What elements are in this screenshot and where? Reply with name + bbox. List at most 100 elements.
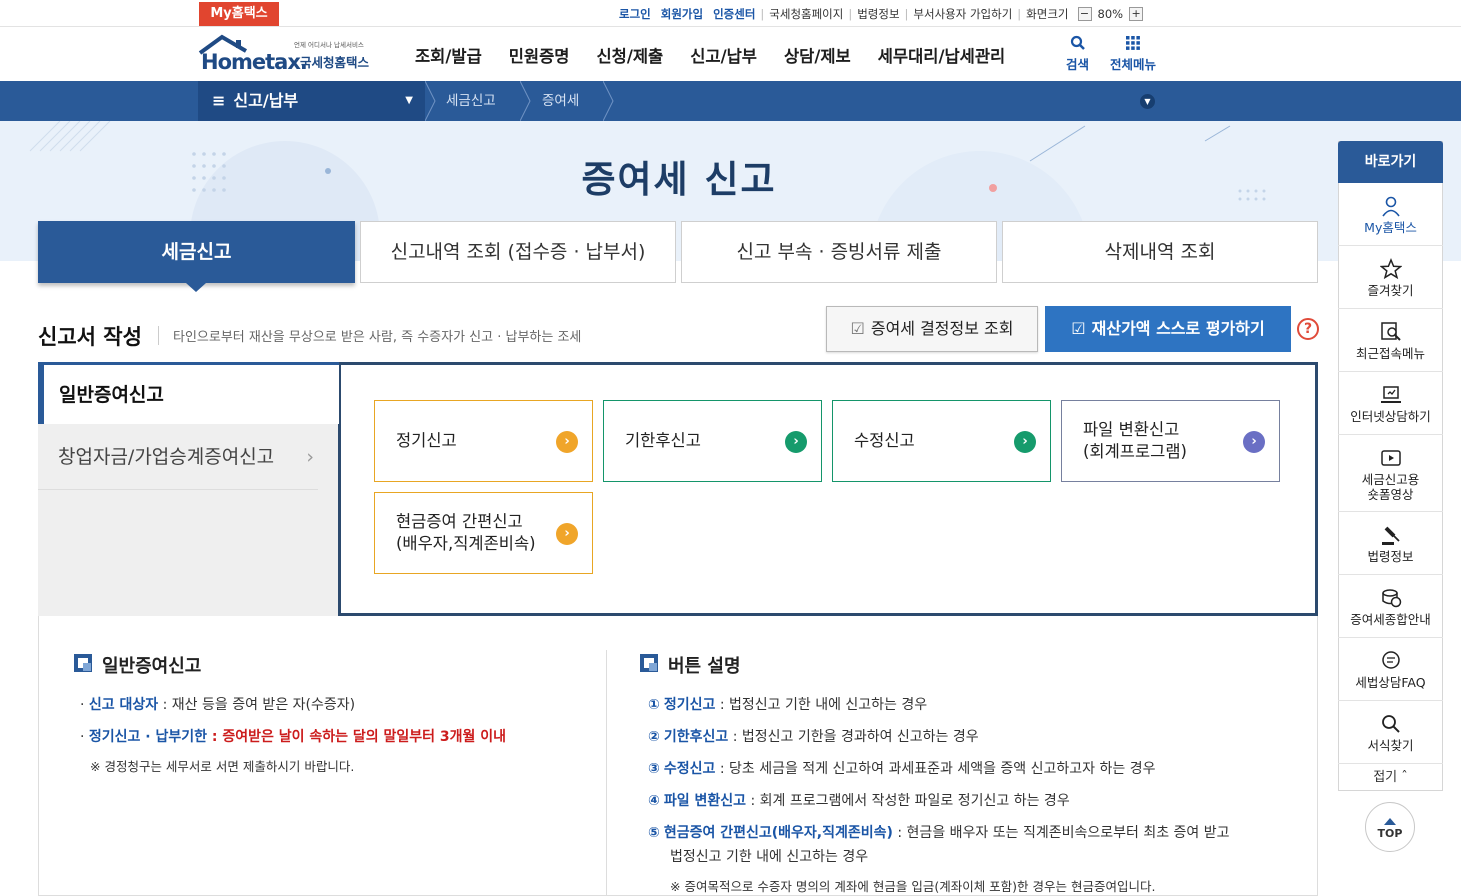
- eval-button-label: 재산가액 스스로 평가하기: [1091, 319, 1265, 338]
- gift-tax-decision-lookup-button[interactable]: ☑ 증여세 결정정보 조회: [826, 306, 1038, 352]
- section-description: 타인으로부터 재산을 무상으로 받은 사람, 즉 수증자가 신고 · 납부하는 …: [158, 326, 581, 345]
- quick-item-label: 최근접속메뉴: [1355, 346, 1425, 361]
- info-heading-general: 일반증여신고: [102, 656, 202, 677]
- breadcrumb-main-dropdown[interactable]: ≡ 신고/납부 ▼: [198, 81, 425, 121]
- lookup-button-label: 증여세 결정정보 조회: [870, 319, 1014, 338]
- breadcrumb-separator-icon: [603, 81, 614, 121]
- quick-item-faq[interactable]: 세법상담FAQ: [1338, 638, 1443, 701]
- tab-deleted-history[interactable]: 삭제내역 조회: [1002, 221, 1318, 283]
- quick-item-find-form[interactable]: 서식찾기: [1338, 701, 1443, 764]
- login-link[interactable]: 로그인: [614, 6, 656, 22]
- scroll-top-button[interactable]: TOP: [1365, 802, 1415, 852]
- nts-homepage-link[interactable]: 국세청홈페이지: [764, 6, 848, 22]
- quick-item-label: 숏폼영상: [1367, 487, 1414, 502]
- search-button[interactable]: 검색: [1066, 35, 1089, 73]
- option-amended-filing[interactable]: 수정신고 ›: [832, 400, 1051, 482]
- site-header: 언제 어디서나 납세서비스 Hometax. 국세청홈택스 조회/발급 민원증명…: [0, 27, 1461, 81]
- logo-sub-text: 국세청홈택스: [300, 55, 370, 70]
- nav-item[interactable]: 신청/제출: [596, 43, 663, 67]
- option-file-conversion[interactable]: 파일 변환신고 (회계프로그램) ›: [1061, 400, 1280, 482]
- top-label: TOP: [1377, 827, 1403, 840]
- video-play-icon: [1380, 450, 1401, 466]
- nav-item[interactable]: 조회/발급: [415, 43, 482, 67]
- side-menu-label: 창업자금/가업승계증여신고: [58, 446, 275, 468]
- chevron-up-icon: ˆ: [1401, 770, 1408, 785]
- button-desc-item: ⑤ 현금증여 간편신고(배우자,직계존비속) : 현금을 배우자 또는 직계존비속…: [648, 825, 1230, 841]
- option-label: 파일 변환신고 (회계프로그램): [1083, 420, 1187, 461]
- arrow-right-circle-icon: ›: [1243, 431, 1265, 453]
- tab-tax-filing[interactable]: 세금신고: [38, 221, 355, 283]
- button-desc-item: ② 기한후신고 : 법정신고 기한을 경과하여 신고하는 경우: [648, 729, 979, 745]
- quick-item-label: 증여세종합안내: [1350, 612, 1431, 627]
- main-nav: 조회/발급 민원증명 신청/제출 신고/납부 상담/제보 세무대리/납세관리: [415, 43, 1032, 67]
- zoom-out-button[interactable]: −: [1077, 6, 1092, 21]
- quick-menu-title: 바로가기: [1338, 141, 1443, 183]
- quick-item-label: 세금신고용: [1361, 472, 1420, 487]
- side-menu-general-gift[interactable]: 일반증여신고: [38, 362, 339, 424]
- chevron-right-icon: ›: [306, 446, 314, 468]
- help-icon[interactable]: ?: [1297, 318, 1319, 340]
- breadcrumb-expand-button[interactable]: ▼: [1140, 94, 1155, 109]
- option-late-filing[interactable]: 기한후신고 ›: [603, 400, 822, 482]
- info-note: ※ 증여목적으로 수증자 명의의 계좌에 현금을 입금(계좌이체 포함)한 경우…: [670, 879, 1156, 894]
- nav-item[interactable]: 민원증명: [509, 43, 570, 67]
- quick-menu-fold-button[interactable]: 접기 ˆ: [1338, 764, 1443, 791]
- quick-item-gift-tax-guide[interactable]: 증여세종합안내: [1338, 575, 1443, 638]
- arrow-right-circle-icon: ›: [556, 523, 578, 545]
- option-regular-filing[interactable]: 정기신고 ›: [374, 400, 593, 482]
- nav-item[interactable]: 상담/제보: [784, 43, 851, 67]
- active-tab-pointer: [186, 283, 206, 292]
- search-icon: [1381, 715, 1400, 733]
- checkbox-icon: ☑: [1071, 319, 1086, 338]
- arrow-right-circle-icon: ›: [785, 431, 807, 453]
- quick-item-law-info[interactable]: 법령정보: [1338, 512, 1443, 575]
- section-bullet-icon: [640, 654, 658, 672]
- button-desc-continued: 법정신고 기한 내에 신고하는 경우: [670, 849, 869, 865]
- tab-filing-history[interactable]: 신고내역 조회 (접수증 · 납부서): [360, 221, 676, 283]
- triangle-up-icon: [1384, 818, 1396, 825]
- signup-link[interactable]: 회원가입: [656, 6, 708, 22]
- logo-house-icon: 언제 어디서나 납세서비스 Hometax. 국세청홈택스: [198, 34, 370, 74]
- cert-center-link[interactable]: 인증센터: [708, 6, 760, 22]
- utility-links: 로그인 회원가입 인증센터 | 국세청홈페이지 | 법령정보 | 부서사용자 가…: [614, 0, 1144, 27]
- zoom-value: 80%: [1097, 6, 1124, 21]
- breadcrumb-item[interactable]: 증여세: [542, 81, 579, 121]
- option-label: 수정신고: [854, 431, 915, 450]
- button-desc-item: ③ 수정신고 : 당초 세금을 적게 신고하여 과세표준과 세액을 증액 신고하고…: [648, 761, 1156, 777]
- logo-main-text: Hometax.: [201, 50, 307, 74]
- nav-item[interactable]: 세무대리/납세관리: [878, 43, 1005, 67]
- self-evaluate-property-button[interactable]: ☑ 재산가액 스스로 평가하기: [1045, 306, 1291, 352]
- logo-small-text: 언제 어디서나 납세서비스: [294, 40, 364, 49]
- tab-attach-documents[interactable]: 신고 부속 · 증빙서류 제출: [681, 221, 997, 283]
- breadcrumb-separator-icon: [425, 81, 436, 121]
- checkbox-icon: ☑: [850, 319, 865, 338]
- quick-item-mytax[interactable]: My홈택스: [1338, 183, 1443, 246]
- quick-item-shortform-video[interactable]: 세금신고용 숏폼영상: [1338, 435, 1443, 512]
- dept-signup-link[interactable]: 부서사용자 가입하기: [908, 6, 1017, 22]
- nav-item[interactable]: 신고/납부: [690, 43, 757, 67]
- hometax-logo[interactable]: 언제 어디서나 납세서비스 Hometax. 국세청홈택스: [198, 31, 398, 76]
- page-title: 증여세 신고: [581, 158, 777, 201]
- search-icon: [1070, 35, 1085, 50]
- all-menu-button[interactable]: 전체메뉴: [1110, 35, 1156, 73]
- all-menu-label: 전체메뉴: [1110, 57, 1157, 72]
- quick-item-online-consult[interactable]: 인터넷상담하기: [1338, 372, 1443, 435]
- option-label: 기한후신고: [625, 431, 701, 450]
- info-heading-buttons: 버튼 설명: [668, 656, 741, 677]
- zoom-in-button[interactable]: +: [1129, 6, 1144, 21]
- quick-item-recent-menu[interactable]: 최근접속메뉴: [1338, 309, 1443, 372]
- option-cash-gift-simple[interactable]: 현금증여 간편신고 (배우자,직계존비속) ›: [374, 492, 593, 574]
- quick-item-label: 인터넷상담하기: [1350, 409, 1431, 424]
- breadcrumb-main-label: 신고/납부: [233, 91, 299, 110]
- quick-item-favorites[interactable]: 즐겨찾기: [1338, 246, 1443, 309]
- mytax-tab[interactable]: My홈택스: [199, 2, 279, 26]
- info-note: ※ 경정청구는 세무서로 서면 제출하시기 바랍니다.: [90, 759, 355, 774]
- info-item: · 정기신고 · 납부기한 : 증여받은 날이 속하는 달의 말일부터 3개월 …: [80, 729, 507, 745]
- law-info-link[interactable]: 법령정보: [852, 6, 904, 22]
- breadcrumb-item[interactable]: 세금신고: [446, 81, 496, 121]
- arrow-right-circle-icon: ›: [556, 431, 578, 453]
- side-menu-startup-succession[interactable]: 창업자금/가업승계증여신고 ›: [38, 428, 318, 490]
- quick-item-label: My홈택스: [1364, 220, 1417, 235]
- zoom-label: 화면크기: [1026, 6, 1069, 21]
- breadcrumb-bar: ≡ 신고/납부 ▼ 세금신고 증여세 ▼: [0, 81, 1461, 121]
